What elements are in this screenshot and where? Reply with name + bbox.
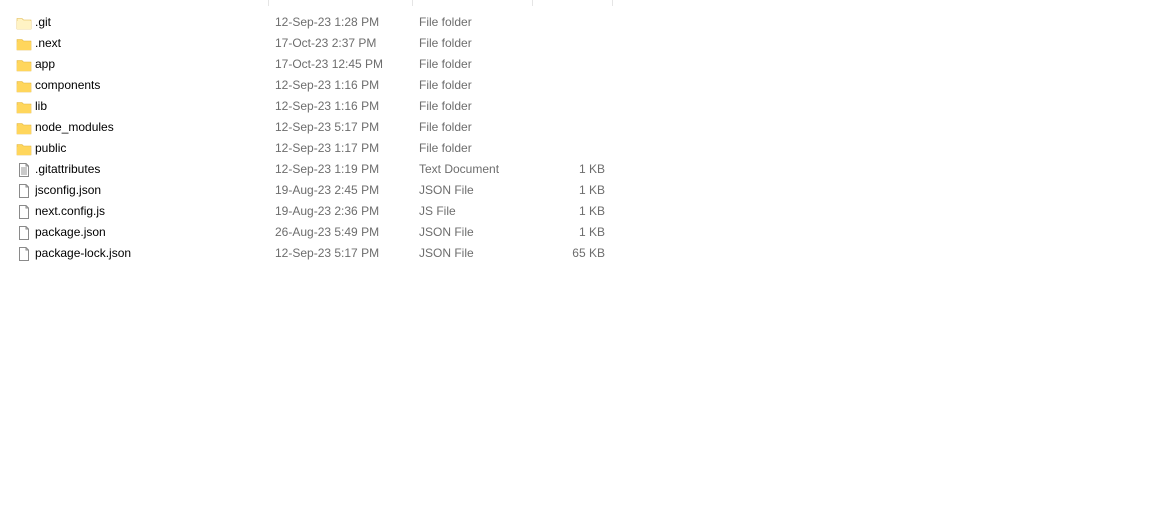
row-icon-cell (16, 138, 32, 159)
row-icon-cell (16, 159, 32, 180)
file-size: 1 KB (578, 162, 605, 176)
file-name[interactable]: next.config.js (35, 201, 265, 222)
file-modified: 19-Aug-23 2:45 PM (275, 183, 380, 197)
file-row[interactable]: next.config.js 19-Aug-23 2:36 PM JS File… (0, 201, 620, 222)
file-list: .git 12-Sep-23 1:28 PM File folder .next… (0, 12, 620, 264)
file-name[interactable]: .gitattributes (35, 159, 265, 180)
file-type: File folder (419, 36, 472, 50)
file-name[interactable]: .next (35, 33, 265, 54)
file-size: 1 KB (578, 204, 605, 218)
file-explorer: .git 12-Sep-23 1:28 PM File folder .next… (0, 0, 1149, 521)
file-row[interactable]: jsconfig.json 19-Aug-23 2:45 PM JSON Fil… (0, 180, 620, 201)
file-row[interactable]: node_modules 12-Sep-23 5:17 PM File fold… (0, 117, 620, 138)
row-icon-cell (16, 201, 32, 222)
file-type: JS File (419, 204, 456, 218)
file-type: File folder (419, 57, 472, 71)
file-row[interactable]: lib 12-Sep-23 1:16 PM File folder (0, 96, 620, 117)
file-modified: 12-Sep-23 1:16 PM (275, 99, 380, 113)
row-icon-cell (16, 75, 32, 96)
folder-hidden-icon (16, 15, 32, 31)
folder-icon (16, 78, 32, 94)
file-name[interactable]: .git (35, 12, 265, 33)
file-modified: 19-Aug-23 2:36 PM (275, 204, 380, 218)
file-type: File folder (419, 120, 472, 134)
file-icon (16, 204, 32, 220)
file-modified: 12-Sep-23 1:17 PM (275, 141, 380, 155)
folder-icon (16, 120, 32, 136)
file-type: JSON File (419, 246, 474, 260)
file-modified: 26-Aug-23 5:49 PM (275, 225, 380, 239)
file-type: JSON File (419, 183, 474, 197)
file-row[interactable]: .next 17-Oct-23 2:37 PM File folder (0, 33, 620, 54)
file-name[interactable]: node_modules (35, 117, 265, 138)
file-row[interactable]: .gitattributes 12-Sep-23 1:19 PM Text Do… (0, 159, 620, 180)
file-icon (16, 183, 32, 199)
file-modified: 12-Sep-23 5:17 PM (275, 246, 380, 260)
text-document-icon (16, 162, 32, 178)
column-divider[interactable] (412, 0, 413, 6)
row-icon-cell (16, 243, 32, 264)
file-modified: 17-Oct-23 2:37 PM (275, 36, 377, 50)
file-name[interactable]: public (35, 138, 265, 159)
file-size (533, 75, 605, 96)
folder-icon (16, 99, 32, 115)
file-type: File folder (419, 99, 472, 113)
row-icon-cell (16, 117, 32, 138)
row-icon-cell (16, 54, 32, 75)
file-size: 1 KB (578, 225, 605, 239)
row-icon-cell (16, 180, 32, 201)
file-size (533, 33, 605, 54)
file-name[interactable]: lib (35, 96, 265, 117)
row-icon-cell (16, 12, 32, 33)
column-divider[interactable] (532, 0, 533, 6)
file-row[interactable]: public 12-Sep-23 1:17 PM File folder (0, 138, 620, 159)
file-size: 1 KB (578, 183, 605, 197)
file-modified: 12-Sep-23 1:16 PM (275, 78, 380, 92)
file-type: Text Document (419, 162, 500, 176)
file-modified: 12-Sep-23 5:17 PM (275, 120, 380, 134)
row-icon-cell (16, 33, 32, 54)
file-modified: 12-Sep-23 1:28 PM (275, 15, 380, 29)
row-icon-cell (16, 222, 32, 243)
file-size (533, 54, 605, 75)
folder-icon (16, 57, 32, 73)
file-modified: 12-Sep-23 1:19 PM (275, 162, 380, 176)
file-row[interactable]: app 17-Oct-23 12:45 PM File folder (0, 54, 620, 75)
file-size: 65 KB (572, 246, 605, 260)
file-type: File folder (419, 78, 472, 92)
file-size (533, 96, 605, 117)
file-modified: 17-Oct-23 12:45 PM (275, 57, 384, 71)
column-divider[interactable] (268, 0, 269, 6)
column-divider[interactable] (612, 0, 613, 6)
file-row[interactable]: .git 12-Sep-23 1:28 PM File folder (0, 12, 620, 33)
file-icon (16, 246, 32, 262)
file-row[interactable]: package.json 26-Aug-23 5:49 PM JSON File… (0, 222, 620, 243)
file-type: JSON File (419, 225, 474, 239)
folder-icon (16, 36, 32, 52)
file-icon (16, 225, 32, 241)
file-type: File folder (419, 15, 472, 29)
folder-icon (16, 141, 32, 157)
file-size (533, 138, 605, 159)
file-size (533, 117, 605, 138)
file-type: File folder (419, 141, 472, 155)
row-icon-cell (16, 96, 32, 117)
file-name[interactable]: components (35, 75, 265, 96)
file-name[interactable]: package.json (35, 222, 265, 243)
file-row[interactable]: package-lock.json 12-Sep-23 5:17 PM JSON… (0, 243, 620, 264)
file-name[interactable]: jsconfig.json (35, 180, 265, 201)
file-row[interactable]: components 12-Sep-23 1:16 PM File folder (0, 75, 620, 96)
file-name[interactable]: app (35, 54, 265, 75)
file-size (533, 12, 605, 33)
file-name[interactable]: package-lock.json (35, 243, 265, 264)
